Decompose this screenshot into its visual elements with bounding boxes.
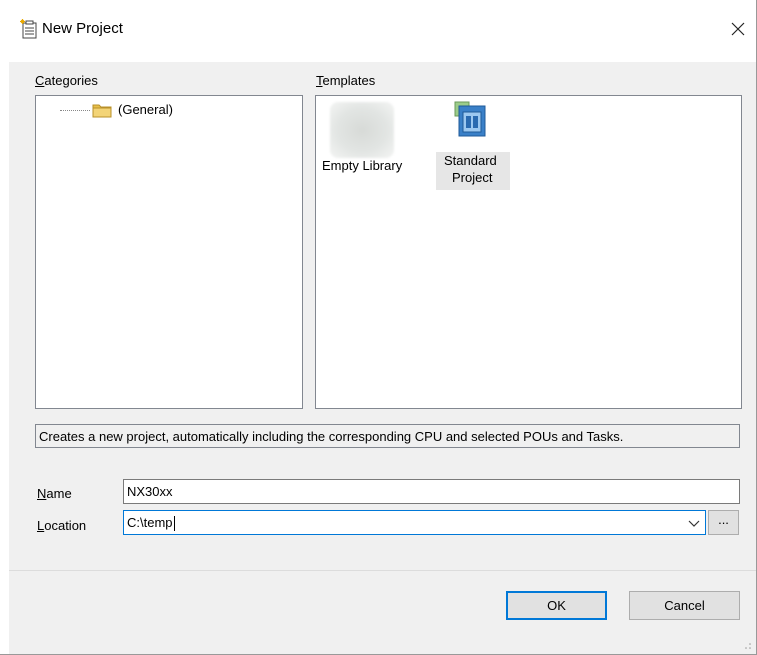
- location-label: Location: [37, 518, 87, 533]
- cancel-button[interactable]: Cancel: [629, 591, 740, 620]
- templates-label: Templates: [316, 73, 376, 88]
- close-icon[interactable]: [720, 12, 756, 48]
- tree-item-label: (General): [118, 102, 173, 117]
- template-empty-library[interactable]: Empty Library: [316, 102, 408, 173]
- template-label-line2: Project: [452, 170, 493, 185]
- new-project-dialog: New Project Categories (General) Templat…: [0, 0, 757, 655]
- browse-button[interactable]: ...: [708, 510, 739, 535]
- template-standard-project[interactable]: Standard Project: [436, 100, 510, 190]
- name-label: Name: [37, 486, 72, 501]
- chevron-down-icon[interactable]: [688, 517, 700, 529]
- template-label-line1: Standard: [444, 153, 497, 168]
- ok-button[interactable]: OK: [506, 591, 607, 620]
- folder-icon: [92, 104, 112, 118]
- name-input[interactable]: NX30xx: [123, 479, 740, 504]
- resize-grip-icon[interactable]: [742, 640, 752, 650]
- location-combobox[interactable]: C:\temp: [123, 510, 706, 535]
- name-input-value: NX30xx: [127, 484, 173, 499]
- categories-tree[interactable]: (General): [35, 95, 303, 409]
- separator: [9, 570, 756, 571]
- standard-project-icon: [454, 101, 486, 137]
- template-description: Creates a new project, automatically inc…: [35, 424, 740, 448]
- text-caret: [173, 516, 175, 532]
- dialog-title: New Project: [42, 20, 123, 37]
- tree-connector: [60, 110, 90, 111]
- location-input-value: C:\temp: [127, 515, 173, 530]
- template-thumbnail: [330, 102, 394, 158]
- categories-label: Categories: [35, 73, 98, 88]
- title-bar: New Project: [0, 0, 756, 62]
- dialog-client-area: Categories (General) Templates Empty Lib…: [9, 62, 756, 654]
- templates-list[interactable]: Empty Library Standard Project: [315, 95, 742, 409]
- new-project-icon: [20, 19, 37, 39]
- template-label: Empty Library: [322, 158, 403, 173]
